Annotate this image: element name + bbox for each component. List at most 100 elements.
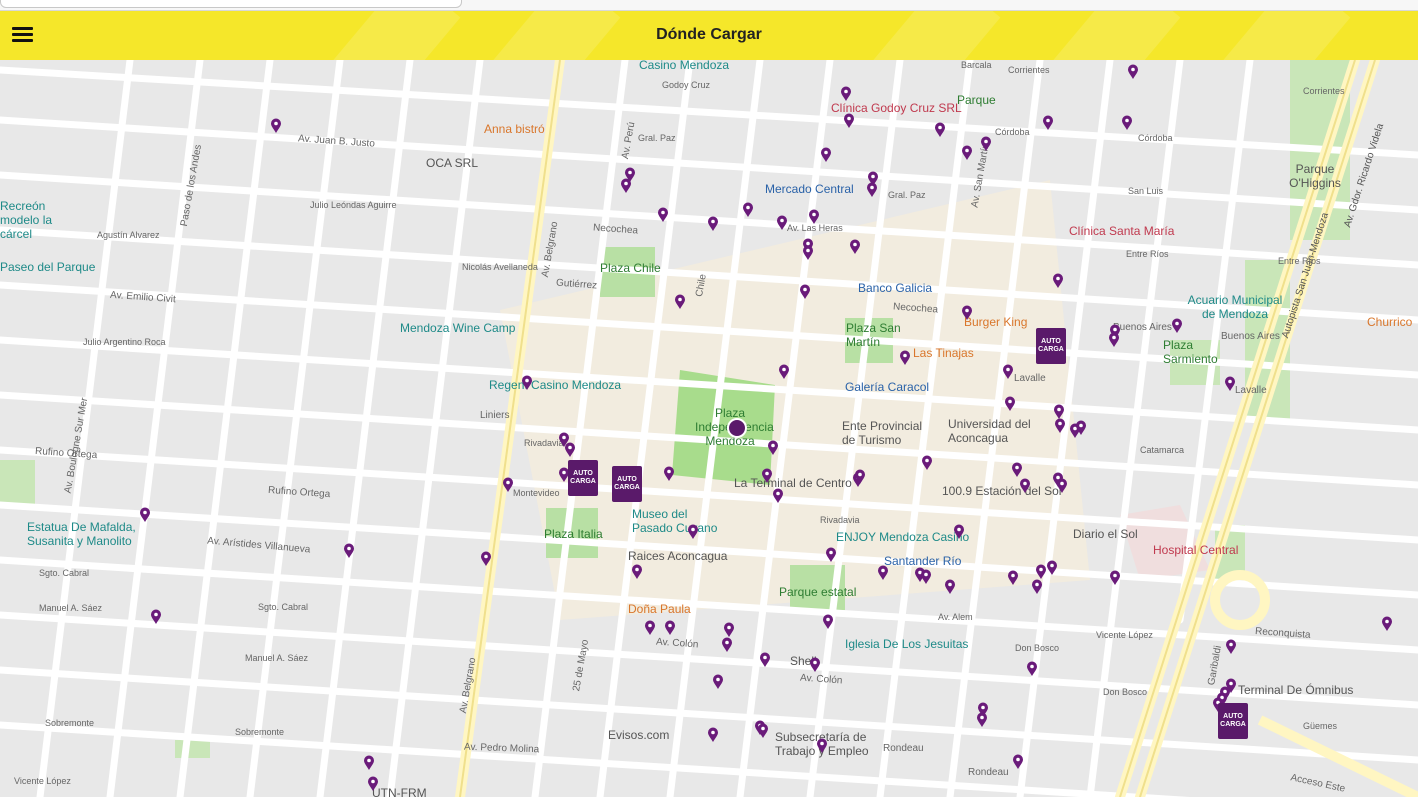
charging-station-pin[interactable] bbox=[953, 524, 965, 540]
charging-station-pin[interactable] bbox=[270, 118, 282, 134]
mendoza-wine-camp-label[interactable]: Mendoza Wine Camp bbox=[400, 321, 515, 335]
charging-station-pin[interactable] bbox=[840, 86, 852, 102]
diario-el-sol-label[interactable]: Diario el Sol bbox=[1073, 527, 1138, 541]
map-view[interactable]: Plaza Chile Plaza San Martín Plaza Indep… bbox=[0, 60, 1418, 797]
autocarga-marker[interactable]: AUTO CARGA bbox=[1036, 328, 1066, 364]
charging-station-pin[interactable] bbox=[1127, 64, 1139, 80]
charging-station-pin[interactable] bbox=[1224, 376, 1236, 392]
evisos-label[interactable]: Evisos.com bbox=[608, 728, 669, 742]
charging-station-pin[interactable] bbox=[944, 579, 956, 595]
charging-station-pin[interactable] bbox=[921, 455, 933, 471]
charging-station-pin[interactable] bbox=[687, 524, 699, 540]
charging-station-pin[interactable] bbox=[343, 543, 355, 559]
charging-station-pin[interactable] bbox=[816, 738, 828, 754]
mercado-central-label[interactable]: Mercado Central bbox=[765, 182, 854, 196]
raices-aconcagua-label[interactable]: Raices Aconcagua bbox=[628, 549, 727, 563]
charging-station-pin[interactable] bbox=[150, 609, 162, 625]
charging-station-pin[interactable] bbox=[1108, 332, 1120, 348]
charging-station-pin[interactable] bbox=[980, 136, 992, 152]
museo-pasado-cuyano-label[interactable]: Museo del Pasado Cuyano bbox=[632, 507, 722, 535]
utn-frm-label[interactable]: UTN-FRM bbox=[372, 786, 427, 797]
universidad-aconcagua-label[interactable]: Universidad del Aconcagua bbox=[948, 417, 1033, 445]
charging-station-pin[interactable] bbox=[663, 466, 675, 482]
ente-turismo-label[interactable]: Ente Provincial de Turismo bbox=[842, 419, 927, 447]
charging-station-pin[interactable] bbox=[961, 145, 973, 161]
paseo-del-parque-label[interactable]: Paseo del Parque bbox=[0, 260, 95, 274]
charging-station-pin[interactable] bbox=[1075, 420, 1087, 436]
charging-station-pin[interactable] bbox=[920, 569, 932, 585]
oca-srl-label[interactable]: OCA SRL bbox=[426, 156, 478, 170]
terminal-omnibus-label[interactable]: Terminal De Ómnibus bbox=[1238, 683, 1353, 697]
charging-station-pin[interactable] bbox=[1002, 364, 1014, 380]
charging-station-pin[interactable] bbox=[1004, 396, 1016, 412]
charging-station-pin[interactable] bbox=[707, 216, 719, 232]
charging-station-pin[interactable] bbox=[712, 674, 724, 690]
charging-station-pin[interactable] bbox=[877, 565, 889, 581]
anna-bistro-label[interactable]: Anna bistró bbox=[484, 122, 545, 136]
charging-station-pin[interactable] bbox=[707, 727, 719, 743]
charging-station-pin[interactable] bbox=[772, 488, 784, 504]
charging-station-pin[interactable] bbox=[1019, 478, 1031, 494]
charging-station-pin[interactable] bbox=[367, 776, 379, 792]
charging-station-pin[interactable] bbox=[139, 507, 151, 523]
casino-mendoza-label[interactable]: Casino Mendoza bbox=[639, 60, 729, 72]
charging-station-pin[interactable] bbox=[502, 477, 514, 493]
charging-station-pin[interactable] bbox=[664, 620, 676, 636]
charging-station-pin[interactable] bbox=[849, 239, 861, 255]
charging-station-pin[interactable] bbox=[934, 122, 946, 138]
charging-station-pin[interactable] bbox=[1007, 570, 1019, 586]
charging-station-pin[interactable] bbox=[674, 294, 686, 310]
charging-station-pin[interactable] bbox=[767, 440, 779, 456]
charging-station-pin[interactable] bbox=[778, 364, 790, 380]
recreon-carcel-label[interactable]: Recreón modelo la cárcel bbox=[0, 199, 70, 241]
charging-station-pin[interactable] bbox=[721, 637, 733, 653]
charging-station-pin[interactable] bbox=[961, 305, 973, 321]
charging-station-pin[interactable] bbox=[1026, 661, 1038, 677]
las-tinajas-label[interactable]: Las Tinajas bbox=[913, 346, 974, 360]
charging-station-pin[interactable] bbox=[866, 182, 878, 198]
churrico-label[interactable]: Churrico bbox=[1367, 315, 1412, 329]
charging-station-pin[interactable] bbox=[809, 657, 821, 673]
clinica-santa-maria-label[interactable]: Clínica Santa María bbox=[1069, 224, 1174, 238]
charging-station-pin[interactable] bbox=[1031, 579, 1043, 595]
enjoy-casino-label[interactable]: ENJOY Mendoza Casino bbox=[836, 530, 969, 544]
charging-station-pin[interactable] bbox=[363, 755, 375, 771]
charging-station-pin[interactable] bbox=[854, 469, 866, 485]
charging-station-pin[interactable] bbox=[1011, 462, 1023, 478]
burger-king-label[interactable]: Burger King bbox=[964, 315, 1027, 329]
autocarga-marker[interactable]: AUTO CARGA bbox=[612, 466, 642, 502]
charging-station-pin[interactable] bbox=[802, 245, 814, 261]
charging-station-pin[interactable] bbox=[757, 723, 769, 739]
charging-station-pin[interactable] bbox=[1012, 754, 1024, 770]
estatua-mafalda-label[interactable]: Estatua De Mafalda, Susanita y Manolito bbox=[27, 520, 137, 548]
banco-galicia-label[interactable]: Banco Galicia bbox=[858, 281, 932, 295]
charging-station-pin[interactable] bbox=[480, 551, 492, 567]
charging-station-pin[interactable] bbox=[1225, 639, 1237, 655]
charging-station-pin[interactable] bbox=[825, 547, 837, 563]
current-location-marker[interactable] bbox=[727, 418, 747, 438]
charging-station-pin[interactable] bbox=[723, 622, 735, 638]
acuario-label[interactable]: Acuario Municipal de Mendoza bbox=[1180, 293, 1290, 321]
estacion-del-sol-label[interactable]: 100.9 Estación del Sol bbox=[942, 484, 1061, 498]
regent-casino-label[interactable]: Regent Casino Mendoza bbox=[489, 378, 621, 392]
charging-station-pin[interactable] bbox=[1109, 570, 1121, 586]
autocarga-marker[interactable]: AUTO CARGA bbox=[568, 460, 598, 496]
charging-station-pin[interactable] bbox=[899, 350, 911, 366]
charging-station-pin[interactable] bbox=[644, 620, 656, 636]
charging-station-pin[interactable] bbox=[1121, 115, 1133, 131]
galeria-caracol-label[interactable]: Galería Caracol bbox=[845, 380, 929, 394]
charging-station-pin[interactable] bbox=[1056, 478, 1068, 494]
hospital-central-label[interactable]: Hospital Central bbox=[1153, 543, 1238, 557]
charging-station-pin[interactable] bbox=[776, 215, 788, 231]
charging-station-pin[interactable] bbox=[1054, 418, 1066, 434]
charging-station-pin[interactable] bbox=[822, 614, 834, 630]
charging-station-pin[interactable] bbox=[1042, 115, 1054, 131]
charging-station-pin[interactable] bbox=[742, 202, 754, 218]
charging-station-pin[interactable] bbox=[564, 442, 576, 458]
charging-station-pin[interactable] bbox=[976, 712, 988, 728]
santander-rio-label[interactable]: Santander Río bbox=[884, 554, 961, 568]
iglesia-jesuitas-label[interactable]: Iglesia De Los Jesuitas bbox=[845, 637, 968, 651]
charging-station-pin[interactable] bbox=[761, 468, 773, 484]
charging-station-pin[interactable] bbox=[843, 113, 855, 129]
charging-station-pin[interactable] bbox=[657, 207, 669, 223]
